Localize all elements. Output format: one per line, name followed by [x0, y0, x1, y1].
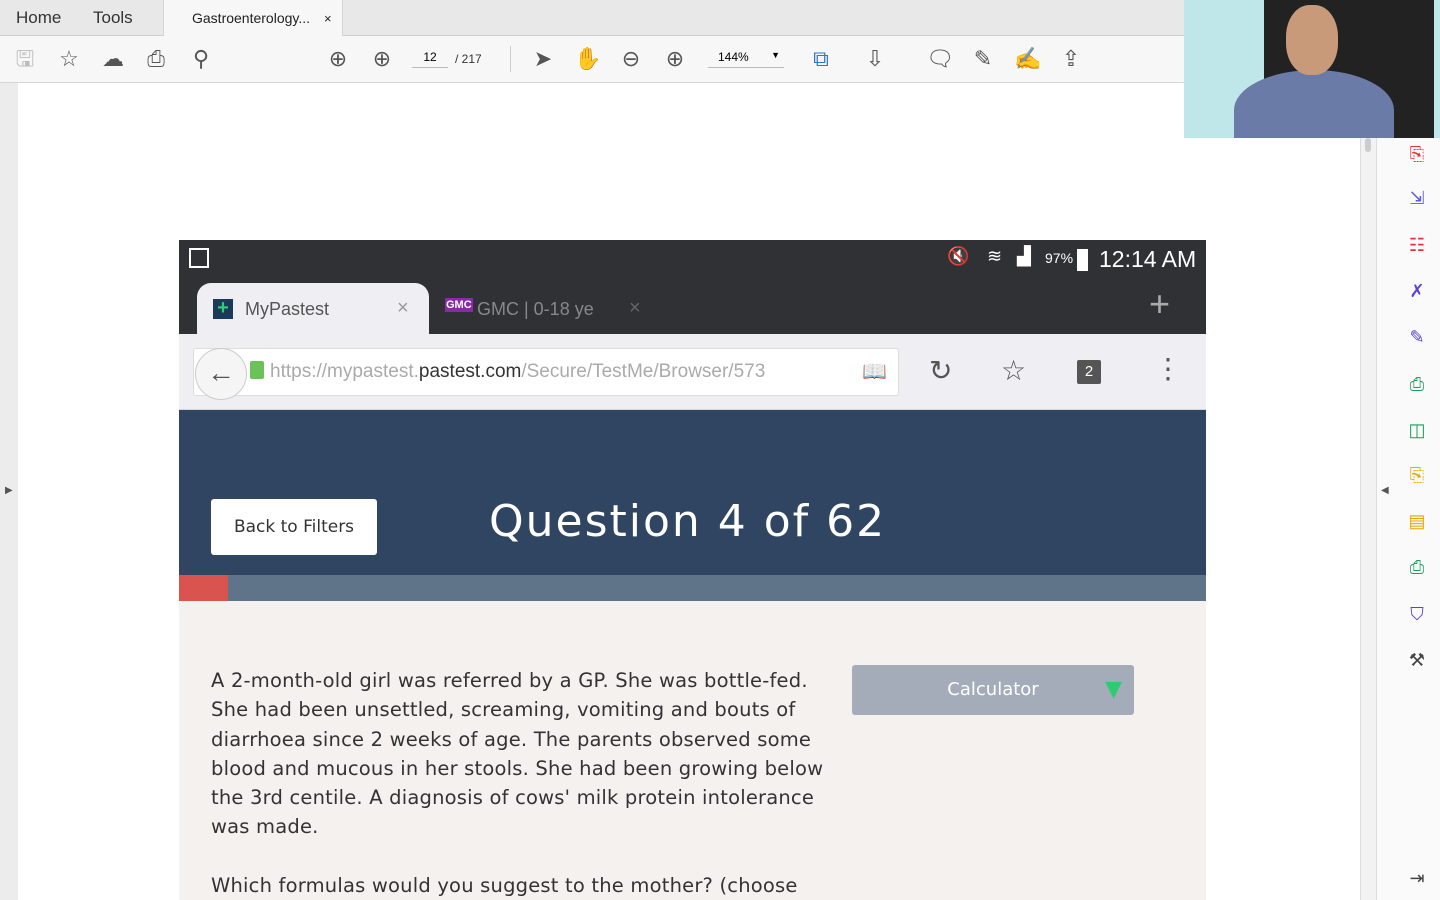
left-panel-toggle[interactable]: ▶ [0, 83, 18, 900]
status-bar: 🔇 ≋ ▟ 97% 12:14 AM [179, 240, 1206, 283]
battery-percent: 97% [1045, 250, 1074, 266]
bookmark-star-icon[interactable]: ☆ [56, 46, 82, 72]
calculator-dropdown[interactable]: Calculator ▼ [852, 665, 1134, 715]
mypastest-favicon: + [213, 298, 233, 319]
close-tab-icon[interactable]: × [629, 297, 641, 320]
person-face [1286, 5, 1338, 75]
address-bar-area: https://mypastest.pastest.com/Secure/Tes… [179, 334, 1206, 410]
gallery-icon [189, 248, 209, 268]
progress-bar [179, 575, 1206, 601]
lock-icon [250, 361, 264, 379]
bookmark-star-icon[interactable]: ☆ [1001, 354, 1026, 387]
zoom-select[interactable]: 144% ▼ [708, 50, 784, 68]
more-tools-icon[interactable]: ⚒ [1405, 648, 1429, 672]
signal-icon: ▟ [1017, 246, 1031, 266]
chevron-down-icon: ▼ [1105, 677, 1122, 702]
compare-icon[interactable]: ◫ [1405, 418, 1429, 442]
expand-arrow-icon: ▶ [5, 485, 13, 496]
send-review-icon[interactable]: ⎙ [1405, 372, 1429, 396]
tab-switcher-button[interactable]: 2 [1077, 360, 1101, 384]
close-tab-icon[interactable]: × [397, 297, 409, 320]
tab-mypastest[interactable]: + MyPastest × [197, 283, 429, 334]
question-content: A 2-month-old girl was referred by a GP.… [179, 601, 1206, 900]
edit-pdf-icon[interactable]: ✎ [1405, 325, 1429, 349]
save-icon[interactable]: 🖫 [12, 46, 38, 72]
panel-collapse-icon[interactable]: ⇥ [1405, 866, 1429, 890]
tab-gmc[interactable]: GMC GMC | 0-18 ye × [429, 283, 659, 334]
hand-tool-icon[interactable]: ✋ [574, 46, 601, 72]
organize-pages-icon[interactable]: ☷ [1405, 233, 1429, 257]
close-tab-icon[interactable]: × [324, 0, 332, 37]
wifi-icon: ≋ [987, 246, 1003, 266]
webcam-overlay [1184, 0, 1440, 138]
vertical-scrollbar[interactable] [1360, 83, 1376, 900]
chevron-down-icon: ▼ [771, 50, 780, 60]
phone-screenshot: 🔇 ≋ ▟ 97% 12:14 AM + MyPastest × GMC GMC… [179, 240, 1206, 900]
tab-home[interactable]: Home [16, 0, 61, 36]
collapse-arrow-icon[interactable]: ◀ [1381, 485, 1389, 496]
mute-icon: 🔇 [947, 246, 970, 266]
print-icon[interactable]: ⎙ [143, 46, 169, 72]
previous-page-icon[interactable]: ⊕ [325, 46, 351, 72]
tab-label: GMC | 0-18 ye [477, 299, 594, 319]
select-cursor-icon[interactable]: ➤ [530, 46, 556, 72]
back-arrow-icon[interactable]: ← [195, 348, 247, 400]
scroll-mode-icon[interactable]: ⇩ [862, 46, 888, 72]
question-stem: A 2-month-old girl was referred by a GP.… [211, 669, 824, 839]
document-tab-label: Gastroenterology... [192, 10, 311, 26]
back-to-filters-button[interactable]: Back to Filters [211, 499, 377, 555]
sign-icon[interactable]: ✍ [1014, 46, 1041, 72]
page-number-input[interactable]: 12 [412, 50, 448, 68]
gmc-favicon: GMC [445, 298, 473, 312]
fit-page-icon[interactable]: ⧉ [808, 46, 834, 72]
document-tab[interactable]: Gastroenterology... × [163, 0, 343, 37]
question-header: Back to Filters Question 4 of 62 [179, 410, 1206, 575]
tab-label: MyPastest [245, 299, 330, 319]
url-text: https://mypastest.pastest.com/Secure/Tes… [270, 361, 766, 382]
share-icon[interactable]: ⇪ [1058, 46, 1084, 72]
url-field[interactable]: https://mypastest.pastest.com/Secure/Tes… [193, 348, 899, 396]
fill-sign-icon[interactable]: ✗ [1405, 279, 1429, 303]
menu-kebab-icon[interactable]: ⋮ [1154, 352, 1182, 385]
question-title: Question 4 of 62 [489, 496, 887, 547]
browser-tabs: + MyPastest × GMC GMC | 0-18 ye × + [179, 283, 1206, 334]
page-total: / 217 [455, 52, 482, 66]
next-page-icon[interactable]: ⊕ [369, 46, 395, 72]
comment-icon[interactable]: 🗨 [926, 46, 954, 72]
upload-cloud-icon[interactable]: ☁ [100, 46, 126, 72]
zoom-out-icon[interactable]: ⊖ [618, 46, 644, 72]
export-pdf-icon[interactable]: ⇲ [1405, 186, 1429, 210]
protect-shield-icon[interactable]: ⛉ [1405, 602, 1429, 626]
zoom-in-icon[interactable]: ⊕ [662, 46, 688, 72]
battery-icon [1077, 249, 1088, 271]
send-comments-icon[interactable]: ⎘ [1405, 463, 1429, 487]
scan-icon[interactable]: ⎙ [1405, 555, 1429, 579]
tab-tools[interactable]: Tools [93, 0, 133, 36]
scroll-thumb[interactable] [1365, 138, 1371, 152]
divider [510, 46, 511, 72]
create-pdf-icon[interactable]: ⎘ [1405, 142, 1429, 166]
new-tab-button[interactable]: + [1149, 283, 1170, 325]
clock: 12:14 AM [1099, 246, 1197, 272]
reload-icon[interactable]: ↻ [929, 354, 952, 387]
zoom-value: 144% [718, 50, 749, 64]
highlight-pen-icon[interactable]: ✎ [970, 46, 996, 72]
question-prompt: Which formulas would you suggest to the … [211, 874, 798, 897]
progress-fill [179, 575, 229, 601]
calculator-label: Calculator [947, 679, 1039, 700]
reader-mode-icon[interactable]: 📖 [862, 359, 887, 384]
search-icon[interactable]: ⚲ [188, 46, 214, 72]
comment-tool-icon[interactable]: ▤ [1405, 509, 1429, 533]
